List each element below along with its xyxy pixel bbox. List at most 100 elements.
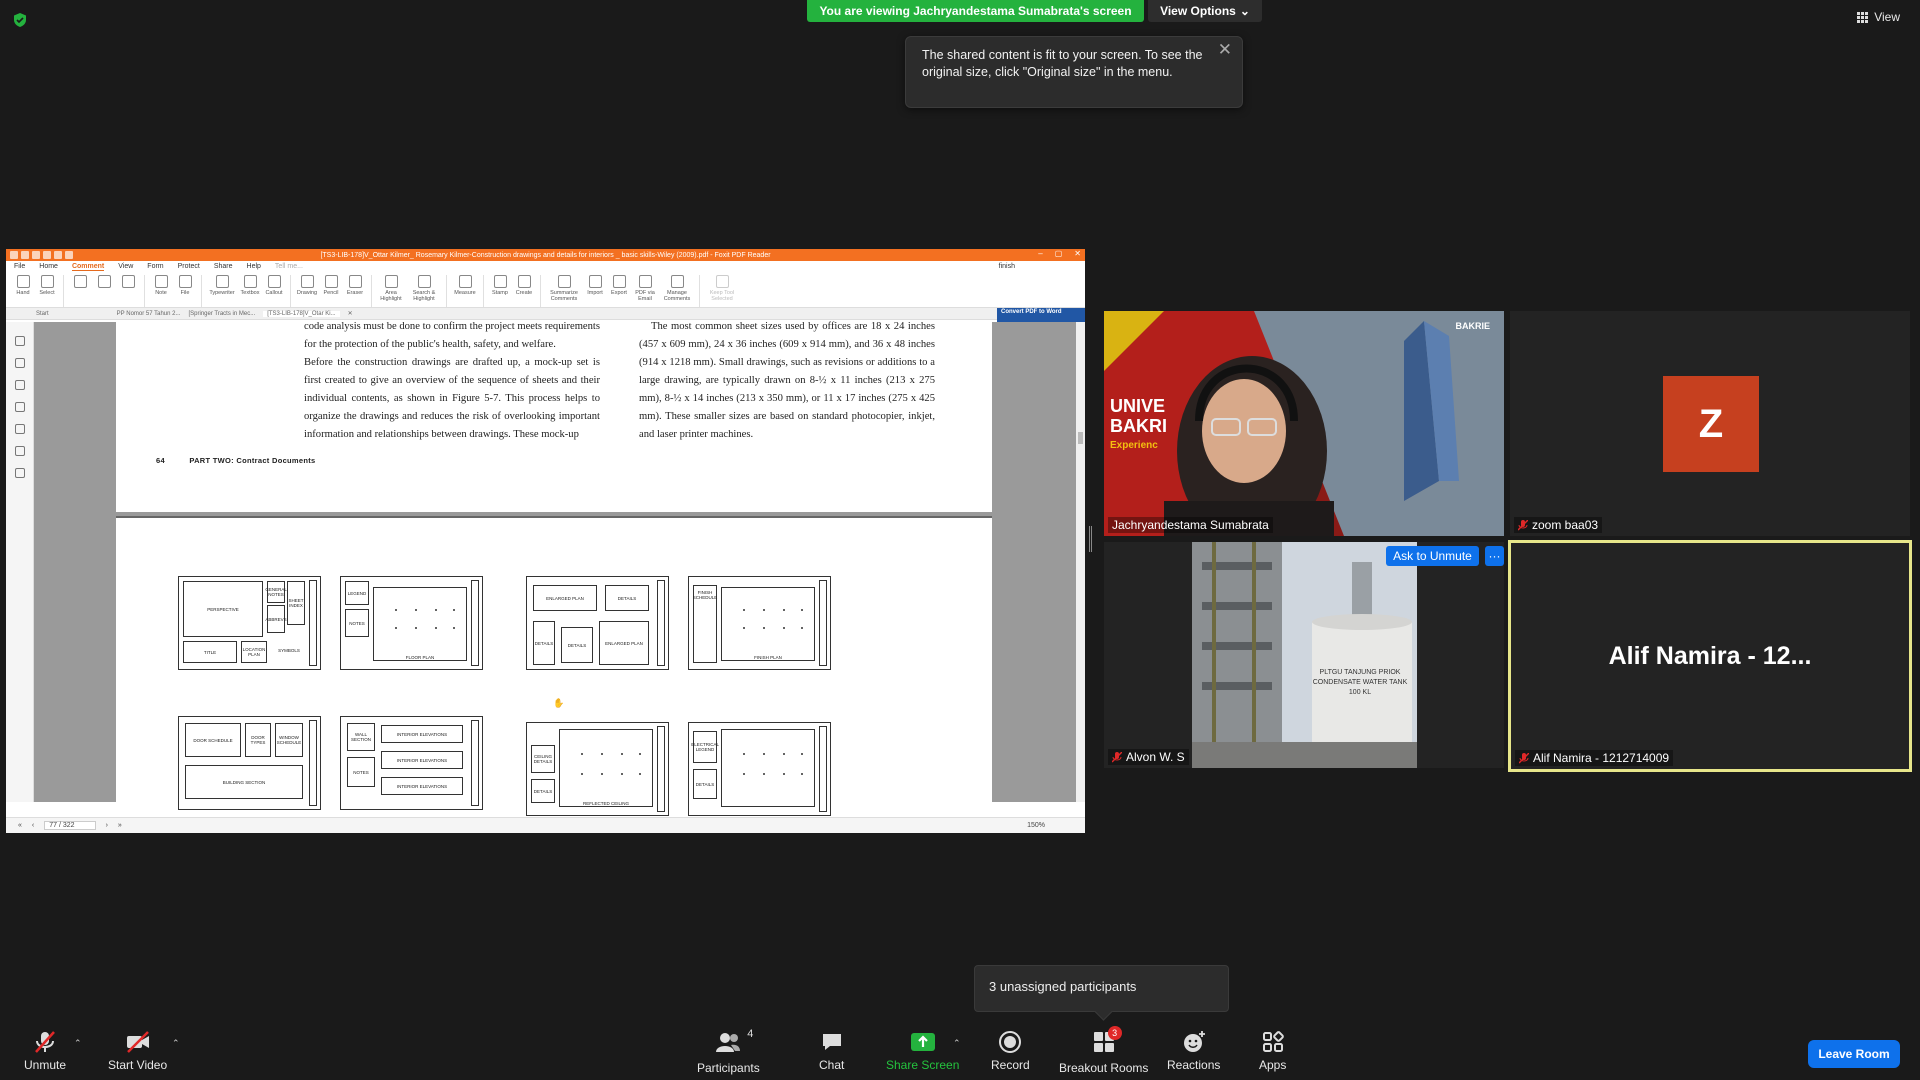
ribbon-eraser[interactable]: Eraser (344, 275, 366, 296)
ribbon-export[interactable]: Export (608, 275, 630, 296)
ribbon-area-highlight[interactable]: Area Highlight (377, 275, 405, 302)
ribbon-keep-tool-selected[interactable]: Keep Tool Selected (705, 275, 739, 302)
ribbon-manage-comments[interactable]: Manage Comments (660, 275, 694, 302)
view-options-label: View Options (1160, 4, 1236, 18)
hand-cursor-icon: ✋ (553, 698, 565, 708)
ribbon-create[interactable]: Create (513, 275, 535, 296)
ribbon-underline[interactable] (93, 275, 115, 290)
doc-tab[interactable]: PP Nomor 57 Tahun 2... (117, 311, 181, 317)
ribbon-measure[interactable]: Measure (452, 275, 478, 296)
view-options-button[interactable]: View Options ⌄ (1148, 0, 1262, 22)
menu-view[interactable]: View (118, 263, 133, 270)
ribbon-callout[interactable]: Callout (263, 275, 285, 296)
tell-me-box[interactable]: Tell me... (275, 263, 303, 270)
bookmark-icon[interactable] (14, 336, 25, 346)
ribbon-file[interactable]: File (174, 275, 196, 296)
shared-screen[interactable]: [TS3-LIB-178]V_Ottar Kilmer_ Rosemary Ki… (6, 249, 1085, 833)
menu-comment[interactable]: Comment (71, 263, 105, 271)
video-tile-alvon[interactable]: PLTGU TANJUNG PRIOK CONDENSATE WATER TAN… (1104, 542, 1504, 768)
security-icon[interactable] (14, 446, 25, 456)
menu-help[interactable]: Help (247, 263, 261, 270)
first-page-icon[interactable]: « (18, 822, 22, 829)
ribbon-note[interactable]: Note (150, 275, 172, 296)
menu-form[interactable]: Form (147, 263, 163, 270)
ribbon-typewriter[interactable]: Typewriter (207, 275, 237, 296)
menu-file[interactable]: File (14, 263, 25, 270)
video-tile-host[interactable]: UNIVE BAKRI Experienc BAKRIE Jachryandes… (1104, 311, 1504, 536)
ribbon-select[interactable]: Select (36, 275, 58, 296)
sheet-label: REFLECTED CEILING (559, 729, 653, 807)
ribbon-summarize-comments[interactable]: Summarize Comments (546, 275, 582, 302)
ribbon-drawing[interactable]: Drawing (296, 275, 318, 296)
unassigned-participants-popup[interactable]: 3 unassigned participants (974, 965, 1229, 1012)
leave-room-button[interactable]: Leave Room (1808, 1040, 1900, 1068)
ribbon-import[interactable]: Import (584, 275, 606, 296)
sheet-label: PERSPECTIVE (183, 581, 263, 637)
sheet-label: ENLARGED PLAN (533, 585, 597, 611)
signature-icon[interactable] (14, 468, 25, 478)
menu-home[interactable]: Home (39, 263, 58, 270)
doc-tab[interactable]: [Springer Tracts in Mec... (189, 311, 256, 317)
sheet-label: DETAILS (531, 779, 555, 803)
start-video-button[interactable]: Start Video (108, 1030, 167, 1072)
ribbon-search-highlight[interactable]: Search & Highlight (407, 275, 441, 302)
pages-icon[interactable] (14, 358, 25, 368)
layers-icon[interactable] (14, 402, 25, 412)
ribbon-pencil[interactable]: Pencil (320, 275, 342, 296)
participant-name: Jachryandestama Sumabrata (1112, 518, 1269, 532)
unmute-button[interactable]: Unmute (24, 1030, 66, 1072)
menu-protect[interactable]: Protect (178, 263, 200, 270)
video-options-caret-icon[interactable]: ⌃ (172, 1038, 180, 1049)
apps-button[interactable]: Apps (1259, 1030, 1286, 1072)
sheet-label: LEGEND (345, 581, 369, 605)
close-icon[interactable]: ✕ (1218, 41, 1232, 58)
record-button[interactable]: Record (991, 1030, 1030, 1072)
mockup-sheet-reflected-ceiling: CEILING DETAILS DETAILS REFLECTED CEILIN… (526, 722, 669, 816)
mic-muted-icon (1518, 519, 1528, 531)
attachments-icon[interactable] (14, 424, 25, 434)
window-controls[interactable]: – ▢ ✕ (1038, 249, 1081, 258)
breakout-rooms-button[interactable]: 3 Breakout Rooms (1059, 1026, 1148, 1075)
mockup-sheet-electrical: ELECTRICAL LEGEND DETAILS (688, 722, 831, 816)
last-page-icon[interactable]: » (118, 822, 122, 829)
video-tile-zoom-baa03[interactable]: Z zoom baa03 (1510, 311, 1910, 536)
menu-bar: File Home Comment View Form Protect Shar… (6, 261, 1085, 272)
doc-tab[interactable]: Start (36, 311, 49, 317)
quick-access-toolbar[interactable] (10, 251, 73, 259)
document-viewport[interactable]: code analysis must be done to confirm th… (6, 321, 1085, 816)
next-page-icon[interactable]: › (106, 822, 108, 829)
ribbon-strikeout[interactable] (117, 275, 139, 290)
ribbon-pdf-via-email[interactable]: PDF via Email (632, 275, 658, 302)
pdf-search-input[interactable]: finish (999, 263, 1015, 270)
left-column-text: code analysis must be done to confirm th… (304, 321, 600, 440)
ribbon-stamp[interactable]: Stamp (489, 275, 511, 296)
share-screen-button[interactable]: Share Screen (886, 1030, 959, 1072)
reactions-button[interactable]: Reactions (1167, 1030, 1220, 1072)
page-indicator-input[interactable]: 77 / 322 (44, 821, 96, 830)
ribbon-highlight[interactable] (69, 275, 91, 290)
prev-page-icon[interactable]: ‹ (32, 822, 34, 829)
chat-button[interactable]: Chat (819, 1030, 844, 1072)
participants-button[interactable]: 4 Participants (697, 1028, 760, 1075)
security-shield-icon[interactable] (12, 12, 28, 28)
participants-count: 4 (747, 1028, 754, 1040)
audio-options-caret-icon[interactable]: ⌃ (74, 1038, 82, 1049)
more-options-button[interactable]: ··· (1485, 546, 1504, 566)
ribbon-textbox[interactable]: Textbox (239, 275, 261, 296)
sheet-label: WALL SECTION (347, 723, 375, 751)
doc-tab-active[interactable]: [TS3-LIB-178]V_Otar Ki... (263, 310, 340, 317)
view-button[interactable]: View (1857, 10, 1900, 24)
zoom-level[interactable]: 150% (1027, 822, 1045, 829)
vertical-scrollbar[interactable] (1076, 322, 1085, 802)
share-options-caret-icon[interactable]: ⌃ (953, 1038, 961, 1049)
pdf-page-64: code analysis must be done to confirm th… (116, 321, 992, 512)
backdrop-text: UNIVE (1110, 396, 1166, 416)
video-tile-alif-namira-active-speaker[interactable]: Alif Namira - 12... Alif Namira - 121271… (1508, 540, 1912, 772)
ask-to-unmute-button[interactable]: Ask to Unmute (1386, 546, 1479, 566)
menu-share[interactable]: Share (214, 263, 233, 270)
comments-icon[interactable] (14, 380, 25, 390)
ribbon-hand[interactable]: Hand (12, 275, 34, 296)
close-tab-icon[interactable]: ✕ (348, 310, 353, 317)
sheet-label: SYMBOLS (278, 647, 300, 653)
split-resize-handle[interactable] (1089, 526, 1092, 552)
